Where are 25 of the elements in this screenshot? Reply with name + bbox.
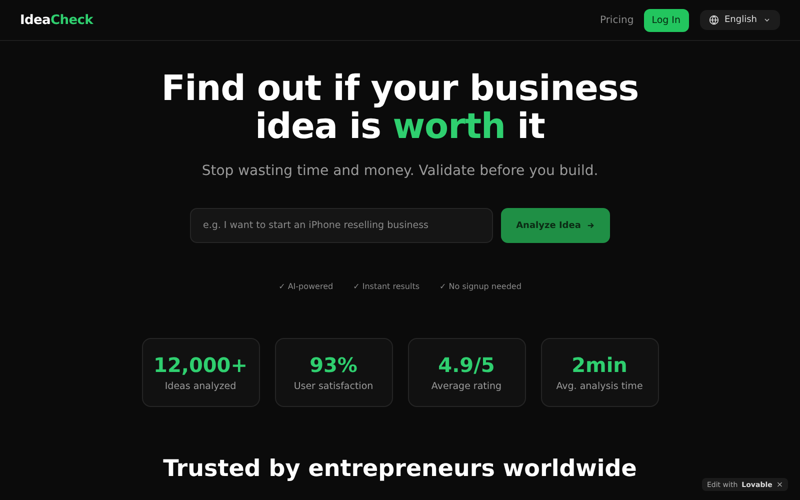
stat-value: 12,000+ bbox=[154, 353, 248, 377]
idea-input[interactable]: e.g. I want to start an iPhone reselling business bbox=[190, 208, 493, 243]
feature-label: ✓ Instant results bbox=[353, 282, 420, 291]
pricing-link[interactable]: Pricing bbox=[600, 14, 634, 26]
hero-title: Find out if your business bbox=[161, 70, 639, 108]
logo[interactable]: IdeaCheck bbox=[20, 12, 94, 28]
stat-label: Average rating bbox=[431, 381, 502, 392]
stat-value: 4.9/5 bbox=[438, 353, 495, 377]
globe-icon bbox=[708, 15, 718, 25]
stat-label: Avg. analysis time bbox=[556, 381, 643, 392]
feature-label: ✓ AI-powered bbox=[278, 282, 334, 291]
stat-label: Ideas analyzed bbox=[164, 381, 236, 392]
arrow-right-icon bbox=[586, 221, 595, 230]
login-button[interactable]: Log In bbox=[644, 8, 688, 32]
stat-value: 93% bbox=[310, 353, 358, 377]
stat-label: User satisfaction bbox=[294, 381, 374, 392]
close-icon[interactable]: × bbox=[776, 480, 784, 489]
analyze-button[interactable]: Analyze Idea bbox=[501, 208, 610, 243]
chevron-down-icon bbox=[763, 16, 771, 24]
stat-value: 2min bbox=[572, 353, 628, 377]
hero-subtitle: Stop wasting time and money. Validate before you build. bbox=[202, 163, 598, 179]
section-heading: Trusted by entrepreneurs worldwide bbox=[162, 456, 638, 482]
language-selector[interactable]: English bbox=[700, 10, 780, 30]
feature-label: ✓ No signup needed bbox=[440, 282, 522, 291]
hero-title: idea is worth it bbox=[255, 108, 545, 146]
